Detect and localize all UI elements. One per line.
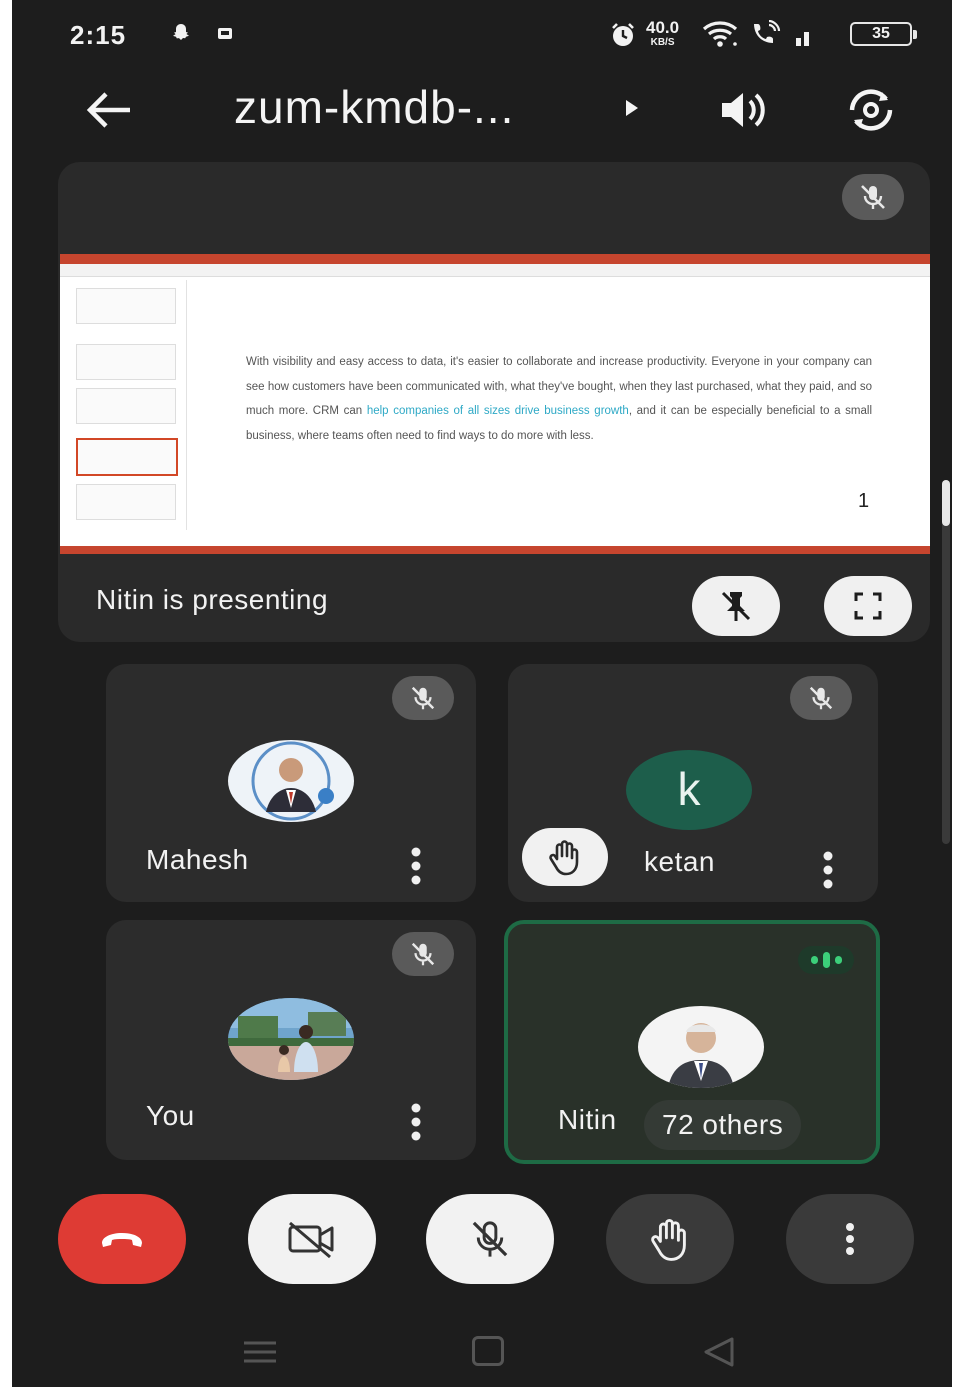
others-count-chip[interactable]: 72 others bbox=[644, 1100, 802, 1150]
mahesh-avatar bbox=[228, 740, 354, 822]
more-options-icon[interactable] bbox=[410, 1102, 422, 1142]
ketan-initial-avatar: k bbox=[626, 750, 752, 830]
shared-slide: With visibility and easy access to data,… bbox=[60, 254, 930, 554]
mic-off-icon bbox=[411, 942, 435, 966]
slide-thumbnails bbox=[66, 280, 187, 530]
switch-camera-icon[interactable] bbox=[842, 84, 900, 136]
unpin-icon bbox=[721, 591, 751, 621]
camera-toggle-button[interactable] bbox=[248, 1194, 376, 1284]
scroll-track[interactable] bbox=[942, 480, 950, 844]
presentation-muted-badge bbox=[842, 174, 904, 220]
participant-tile-you[interactable]: You bbox=[106, 920, 476, 1160]
end-call-button[interactable] bbox=[58, 1194, 186, 1284]
more-options-icon bbox=[846, 1223, 854, 1255]
snapchat-icon bbox=[173, 24, 189, 40]
end-call-icon bbox=[102, 1233, 142, 1247]
nav-back-icon[interactable] bbox=[702, 1336, 736, 1368]
back-arrow-icon[interactable] bbox=[84, 88, 134, 132]
home-icon[interactable] bbox=[472, 1336, 504, 1366]
camera-off-icon bbox=[288, 1221, 334, 1259]
presentation-card[interactable]: With visibility and easy access to data,… bbox=[58, 162, 930, 642]
more-options-icon[interactable] bbox=[822, 850, 834, 890]
participant-name: Mahesh bbox=[146, 844, 249, 875]
participant-name: You bbox=[146, 1100, 195, 1131]
raise-hand-icon bbox=[651, 1219, 686, 1261]
speed-unit: KB/S bbox=[650, 37, 675, 48]
raise-hand-button[interactable] bbox=[606, 1194, 734, 1284]
notification-icon bbox=[218, 28, 232, 39]
slide-thumbnail bbox=[76, 388, 176, 424]
app-ribbon bbox=[60, 254, 930, 264]
slide-thumbnail bbox=[76, 288, 176, 324]
slide-paragraph: With visibility and easy access to data,… bbox=[246, 350, 872, 448]
raised-hand-badge bbox=[522, 828, 608, 886]
recent-apps-icon[interactable] bbox=[242, 1340, 278, 1364]
app-bar: zum-kmdb-... bbox=[12, 80, 952, 140]
mic-off-icon bbox=[411, 686, 435, 710]
status-bar: 2:15 40.0 KB/S 35 bbox=[12, 12, 952, 56]
participant-tile-ketan[interactable]: k ketan bbox=[508, 664, 878, 902]
slide-thumbnail-selected bbox=[76, 438, 178, 476]
mic-toggle-button[interactable] bbox=[426, 1194, 554, 1284]
participant-name: Nitin bbox=[558, 1104, 617, 1135]
status-time: 2:15 bbox=[70, 20, 127, 50]
participant-name: ketan bbox=[644, 846, 715, 877]
slide-page-number: 1 bbox=[858, 490, 870, 512]
system-nav-bar bbox=[12, 1320, 952, 1380]
speaking-indicator-icon bbox=[798, 946, 854, 974]
more-options-icon[interactable] bbox=[410, 846, 422, 886]
speaker-icon[interactable] bbox=[716, 86, 768, 134]
slide-link: help companies of all sizes drive busine… bbox=[366, 405, 629, 417]
network-speed: 40.0 KB/S bbox=[646, 19, 679, 50]
nitin-avatar bbox=[638, 1006, 764, 1088]
meet-screen: 2:15 40.0 KB/S 35 zum-kmdb-... With visi… bbox=[12, 0, 952, 1387]
ribbon-tabs bbox=[60, 264, 930, 277]
signal-icon bbox=[796, 32, 809, 46]
muted-badge bbox=[392, 932, 454, 976]
wifi-calling-icon bbox=[754, 20, 781, 43]
fullscreen-button[interactable] bbox=[824, 576, 912, 636]
muted-badge bbox=[392, 676, 454, 720]
raise-hand-icon bbox=[549, 840, 579, 876]
expand-caret-icon[interactable] bbox=[626, 100, 638, 116]
unpin-button[interactable] bbox=[692, 576, 780, 636]
battery-indicator: 35 bbox=[850, 22, 917, 46]
slide-thumbnail bbox=[76, 344, 176, 380]
presenting-label: Nitin is presenting bbox=[96, 584, 329, 615]
more-options-button[interactable] bbox=[786, 1194, 914, 1284]
fullscreen-icon bbox=[854, 592, 882, 620]
slide-thumbnail bbox=[76, 484, 176, 520]
app-statusbar bbox=[60, 546, 930, 554]
scroll-thumb[interactable] bbox=[942, 480, 950, 526]
alarm-icon bbox=[612, 23, 634, 46]
meeting-code[interactable]: zum-kmdb-... bbox=[234, 80, 514, 134]
participant-tile-mahesh[interactable]: Mahesh bbox=[106, 664, 476, 902]
mic-off-icon bbox=[472, 1221, 508, 1257]
mic-off-icon bbox=[809, 686, 833, 710]
wifi-icon bbox=[702, 21, 738, 47]
you-avatar bbox=[228, 998, 354, 1080]
participant-tile-nitin[interactable]: Nitin 72 others bbox=[504, 920, 880, 1164]
muted-badge bbox=[790, 676, 852, 720]
mic-off-icon bbox=[861, 185, 885, 209]
